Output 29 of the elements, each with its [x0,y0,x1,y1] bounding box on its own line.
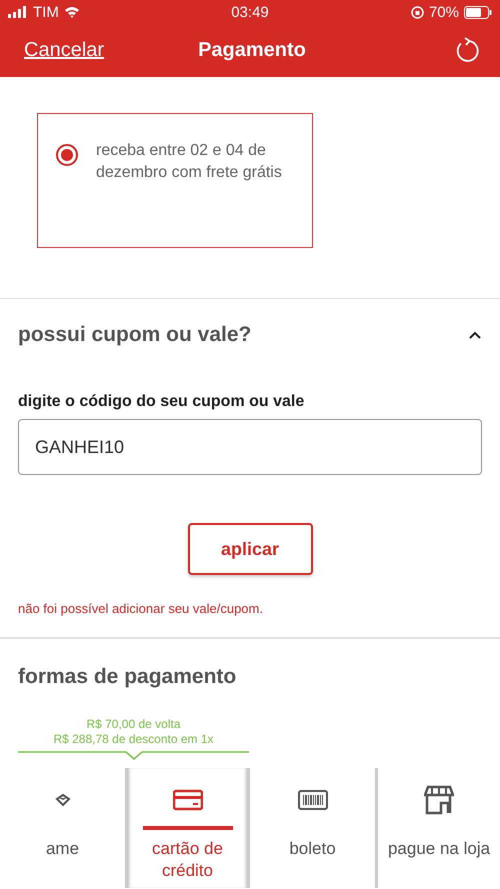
screen-title: Pagamento [197,39,307,62]
store-icon [424,785,454,815]
shipping-option-card[interactable]: receba entre 02 e 04 de dezembro com frete grátis [37,113,313,248]
payment-method-tab[interactable]: boleto [250,768,375,888]
radio-button[interactable] [56,144,78,166]
rotation-lock-icon [410,6,424,18]
error-message: não foi possível adicionar seu vale/cupom. [18,601,264,616]
battery-percent: 70% [428,4,459,20]
chevron-icon[interactable] [468,330,482,340]
signal-icon [8,6,28,18]
coupon-input-field[interactable]: GANHEI10 [18,419,482,475]
section-heading: possui cupom ou vale? [18,323,252,347]
carrier-name: TIM [33,4,59,20]
shipping-option-text: receba entre 02 e 04 de dezembro com frete grátis [96,141,283,183]
wifi-icon [64,6,80,18]
battery-icon [464,6,492,18]
section-heading: formas de pagamento [18,665,238,689]
clock-time: 03:49 [231,4,269,20]
apply-button[interactable]: aplicar [188,523,312,575]
cancel-link[interactable]: Cancelar [24,39,104,61]
refresh-icon[interactable] [454,36,480,64]
payment-method-tab[interactable]: ame [0,768,125,888]
coupon-field-label: digite o código do seu cupom ou vale [18,393,306,411]
cashback-text: R$ 70,00 de volta [85,717,182,732]
barcode-icon [298,789,328,811]
payment-method-tab[interactable]: cartão de crédito [125,768,250,888]
payment-method-tab[interactable]: pague na loja [375,768,500,888]
credit-card-icon [172,789,202,811]
cashback-text: R$ 288,78 de desconto em 1x [52,732,215,747]
